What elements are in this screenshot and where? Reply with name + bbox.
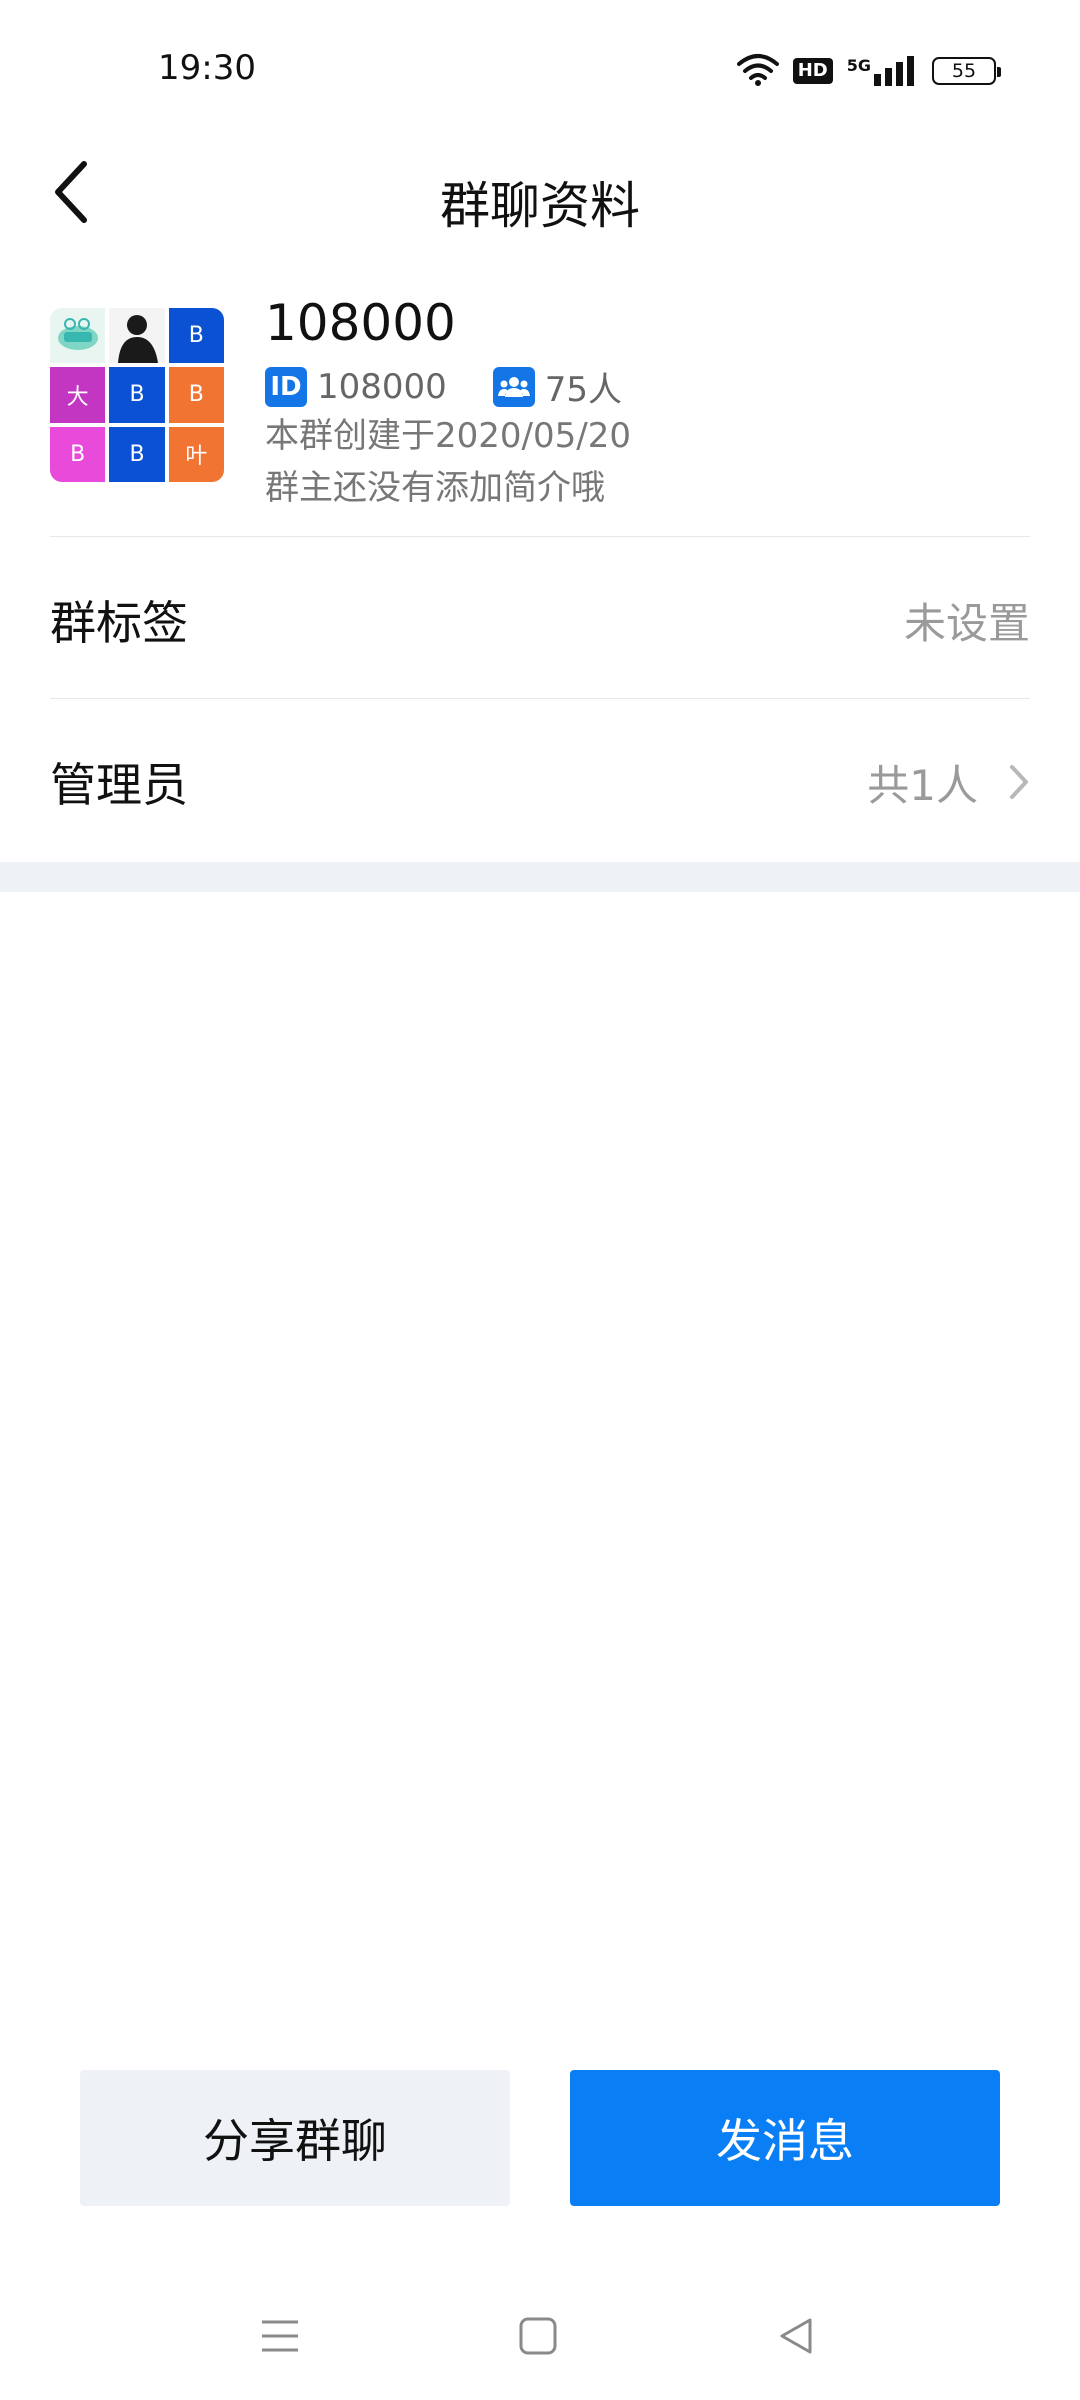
avatar-tile: B [50, 426, 106, 482]
group-tag-value: 未设置 [903, 598, 1030, 648]
id-icon: ID [265, 366, 307, 407]
battery-level: 55 [951, 60, 977, 82]
group-id: 108000 [317, 366, 447, 407]
send-message-button[interactable]: 发消息 [570, 2070, 1000, 2206]
avatar-tile: B [168, 367, 224, 423]
page-title: 群聊资料 [440, 177, 640, 235]
admin-label: 管理员 [50, 758, 188, 812]
avatar-tile: 大 [50, 367, 106, 423]
group-intro: 群主还没有添加简介哦 [265, 468, 605, 508]
group-info-card[interactable]: B 大 B B B B 叶 108000 ID 108000 75人 本群创建于… [0, 280, 1080, 536]
battery-icon: 55 [932, 57, 1001, 85]
group-name: 108000 [265, 294, 456, 352]
divider [50, 536, 1030, 537]
group-created-date: 本群创建于2020/05/20 [265, 416, 631, 456]
group-tag-label: 群标签 [50, 596, 188, 650]
admin-count: 共1人 [867, 760, 978, 810]
section-separator [0, 862, 1080, 892]
group-avatar[interactable]: B 大 B B B B 叶 [50, 308, 224, 482]
share-group-button[interactable]: 分享群聊 [80, 2070, 510, 2206]
avatar-tile: B [109, 426, 165, 482]
avatar-tile-photo [109, 308, 165, 364]
menu-icon[interactable] [250, 2306, 310, 2366]
wifi-icon [736, 52, 779, 90]
back-nav-icon[interactable] [766, 2306, 826, 2366]
status-bar: 19:30 HD 5G 55 [0, 0, 1080, 140]
hd-icon: HD [792, 58, 833, 84]
home-icon[interactable] [508, 2306, 568, 2366]
member-count: 75人 [544, 370, 623, 410]
signal-icon: 5G [847, 56, 918, 86]
system-nav-bar [0, 2290, 1080, 2380]
divider [50, 698, 1030, 699]
group-meta-row: ID 108000 75人 [265, 362, 622, 411]
avatar-tile-logo [50, 308, 106, 364]
status-icons: HD 5G 55 [736, 52, 1001, 90]
admin-value-group: 共1人 [867, 752, 1030, 813]
status-time: 19:30 [158, 48, 256, 88]
avatar-tile: B [168, 308, 224, 364]
avatar-tile: 叶 [168, 426, 224, 482]
avatar-tile: B [109, 367, 165, 423]
members-icon [492, 366, 535, 407]
group-tag-row[interactable]: 群标签 未设置 [50, 540, 1030, 700]
network-type-label: 5G [846, 56, 871, 75]
chevron-right-icon [1008, 763, 1030, 801]
admin-row[interactable]: 管理员 共1人 [50, 702, 1030, 862]
header: 群聊资料 [0, 140, 1080, 250]
